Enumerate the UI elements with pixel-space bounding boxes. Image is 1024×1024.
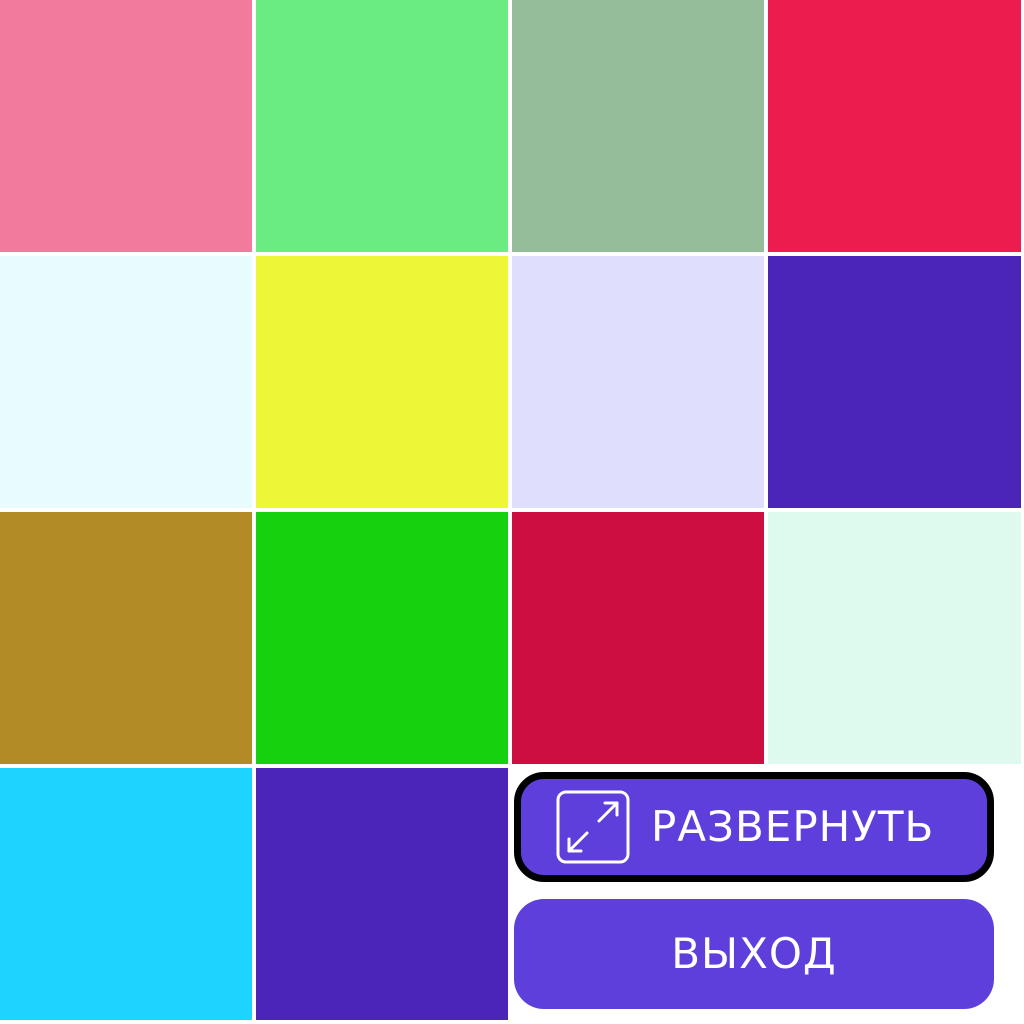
color-tile[interactable] bbox=[0, 768, 252, 1020]
color-tile[interactable] bbox=[512, 0, 764, 252]
exit-button-label: ВЫХОД bbox=[671, 929, 837, 978]
expand-button-label: РАЗВЕРНУТЬ bbox=[651, 802, 935, 851]
color-tile[interactable] bbox=[256, 256, 508, 508]
expand-button[interactable]: РАЗВЕРНУТЬ bbox=[514, 772, 994, 882]
game-board: РАЗВЕРНУТЬ ВЫХОД bbox=[0, 0, 1024, 1024]
color-tile[interactable] bbox=[0, 512, 252, 764]
color-tile[interactable] bbox=[768, 256, 1021, 508]
color-tile[interactable] bbox=[256, 768, 508, 1020]
color-tile[interactable] bbox=[512, 256, 764, 508]
color-tile[interactable] bbox=[512, 512, 764, 764]
color-tile[interactable] bbox=[0, 256, 252, 508]
color-tile[interactable] bbox=[768, 0, 1021, 252]
color-tile[interactable] bbox=[0, 0, 252, 252]
color-tile[interactable] bbox=[768, 512, 1021, 764]
color-tile[interactable] bbox=[256, 0, 508, 252]
expand-icon bbox=[556, 790, 630, 864]
exit-button[interactable]: ВЫХОД bbox=[514, 899, 994, 1009]
color-tile[interactable] bbox=[256, 512, 508, 764]
